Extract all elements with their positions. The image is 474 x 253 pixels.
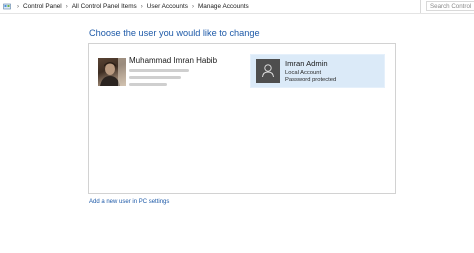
chevron-right-icon[interactable]: › xyxy=(66,4,68,10)
account-tile-muhammad[interactable]: Muhammad Imran Habib xyxy=(98,56,238,90)
address-bar[interactable]: › Control Panel › All Control Panel Item… xyxy=(0,0,474,14)
blurred-detail xyxy=(129,76,181,79)
breadcrumb-manage-accounts[interactable]: Manage Accounts xyxy=(198,3,249,10)
control-panel-icon xyxy=(3,3,11,9)
chevron-right-icon[interactable]: › xyxy=(192,4,194,10)
breadcrumb-user-accounts[interactable]: User Accounts xyxy=(147,3,188,10)
account-name: Muhammad Imran Habib xyxy=(129,56,218,65)
page-title: Choose the user you would like to change xyxy=(89,28,260,38)
chevron-right-icon[interactable]: › xyxy=(17,4,19,10)
search-input[interactable]: Search Control xyxy=(426,1,474,11)
avatar xyxy=(98,58,126,86)
account-type: Local Account xyxy=(285,70,322,76)
account-tile-imran-admin[interactable]: Imran Admin Local Account Password prote… xyxy=(250,54,385,88)
accounts-panel: Muhammad Imran Habib Imran Admin Local A… xyxy=(88,43,396,194)
chevron-right-icon[interactable]: › xyxy=(141,4,143,10)
breadcrumb[interactable]: › Control Panel › All Control Panel Item… xyxy=(0,0,421,13)
blurred-detail xyxy=(129,83,167,86)
avatar xyxy=(256,59,280,83)
blurred-detail xyxy=(129,69,189,72)
account-status: Password protected xyxy=(285,77,337,83)
add-user-link[interactable]: Add a new user in PC settings xyxy=(89,199,169,205)
breadcrumb-control-panel[interactable]: Control Panel xyxy=(23,3,62,10)
user-photo-icon xyxy=(100,58,126,86)
breadcrumb-all-items[interactable]: All Control Panel Items xyxy=(72,3,137,10)
account-name: Imran Admin xyxy=(285,59,328,68)
user-placeholder-icon xyxy=(262,64,274,78)
